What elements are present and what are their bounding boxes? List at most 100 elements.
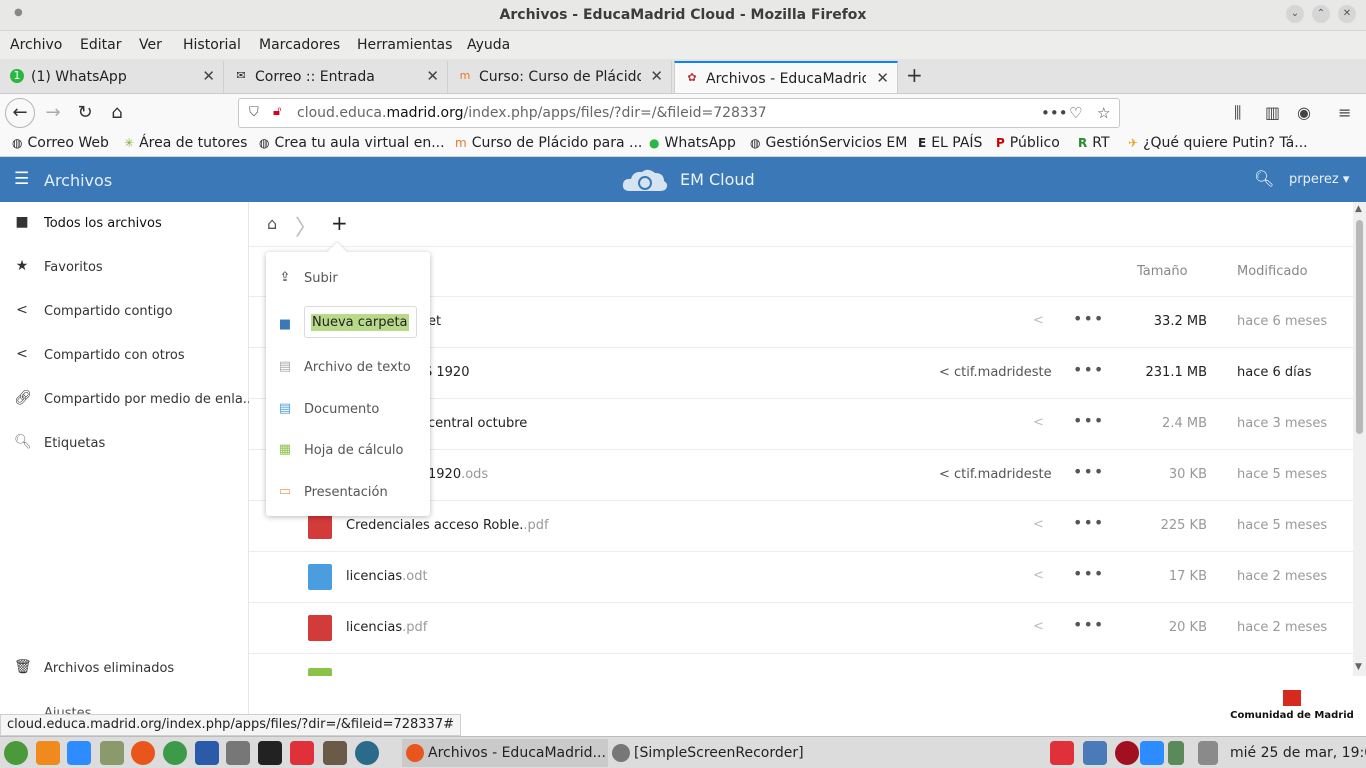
file-name[interactable]: 1920.ods xyxy=(428,467,488,482)
task-screenrecorder[interactable]: [SimpleScreenRecorder] xyxy=(608,739,808,767)
menu-item-presentation[interactable]: ▭ Presentación xyxy=(266,472,430,512)
sidebar-item-compartido-contigo[interactable]: < Compartido contigo xyxy=(0,290,249,334)
page-actions-icon[interactable]: ••• xyxy=(1041,104,1068,122)
zoom-icon[interactable] xyxy=(67,741,91,765)
file-name[interactable]: Credenciales acceso Roble..pdf xyxy=(346,518,549,533)
more-actions-icon[interactable]: ••• xyxy=(1073,513,1104,532)
share-icon[interactable]: < xyxy=(1033,517,1044,532)
menu-herramientas[interactable]: Herramientas xyxy=(357,37,452,53)
table-row[interactable]: licencias.odt < ••• 17 KB hace 2 meses xyxy=(249,552,1353,603)
tab-correo[interactable]: ✉ Correo :: Entrada ✕ xyxy=(224,61,448,93)
sidebar-item-compartido-otros[interactable]: < Compartido con otros xyxy=(0,334,249,378)
terminal-icon[interactable] xyxy=(258,741,282,765)
vlc-icon[interactable] xyxy=(36,741,60,765)
share-icon[interactable]: < xyxy=(1033,313,1044,328)
more-actions-icon[interactable]: ••• xyxy=(1073,360,1104,379)
url-bar[interactable]: ⛉ 🔓︎ cloud.educa.madrid.org/index.php/ap… xyxy=(238,98,1120,128)
bookmark-correo-web[interactable]: ◍ Correo Web xyxy=(12,135,109,151)
sidebar-item-todos[interactable]: ■ Todos los archivos xyxy=(0,202,249,246)
table-row[interactable]: licencias.pdf < ••• 20 KB hace 2 meses xyxy=(249,603,1353,654)
sidebar-item-compartido-enlace[interactable]: 🔗︎ Compartido por medio de enla... xyxy=(0,378,255,422)
menu-ver[interactable]: Ver xyxy=(139,37,162,53)
volume-tray-icon[interactable] xyxy=(1198,741,1218,765)
search-icon[interactable]: 🔍︎ xyxy=(1254,169,1274,188)
reload-icon[interactable]: ↻ xyxy=(72,100,98,126)
firefox-icon[interactable] xyxy=(131,741,155,765)
sidebar-item-etiquetas[interactable]: 🔍︎ Etiquetas xyxy=(0,422,249,466)
library-icon[interactable]: ⫼ xyxy=(1234,103,1241,123)
table-row[interactable] xyxy=(249,654,1353,676)
start-menu-icon[interactable] xyxy=(4,741,28,765)
account-icon[interactable]: ◉ xyxy=(1297,103,1311,122)
scroll-up-icon[interactable]: ▲ xyxy=(1355,204,1362,214)
home-icon[interactable]: ⌂ xyxy=(104,100,130,126)
shared-with-label[interactable]: < ctif.madrideste xyxy=(939,365,1052,380)
share-icon[interactable]: < xyxy=(1033,568,1044,583)
new-tab-icon[interactable]: + xyxy=(906,63,923,87)
menu-item-upload[interactable]: ⇪ Subir xyxy=(266,258,430,298)
tab-whatsapp[interactable]: 1 (1) WhatsApp ✕ xyxy=(0,61,224,93)
share-icon[interactable]: < xyxy=(1033,415,1044,430)
new-folder-name-input[interactable]: Nueva carpeta xyxy=(304,306,417,338)
close-tab-icon[interactable]: ✕ xyxy=(876,69,889,87)
close-tab-icon[interactable]: ✕ xyxy=(426,67,439,85)
scrollbar[interactable]: ▲ ▼ xyxy=(1353,202,1366,676)
user-menu[interactable]: prperez ▾ xyxy=(1289,172,1349,187)
more-actions-icon[interactable]: ••• xyxy=(1073,309,1104,328)
back-icon[interactable]: ← xyxy=(5,98,35,128)
file-name[interactable]: central octubre xyxy=(428,416,527,431)
column-modified[interactable]: Modificado xyxy=(1237,264,1308,279)
tracking-shield-icon[interactable]: ⛉ xyxy=(249,105,259,120)
more-actions-icon[interactable]: ••• xyxy=(1073,564,1104,583)
bookmark-star-icon[interactable]: ☆ xyxy=(1097,104,1110,122)
bookmark-area-tutores[interactable]: ✳ Área de tutores xyxy=(124,135,247,151)
writer-icon[interactable] xyxy=(195,741,219,765)
chrome-icon[interactable] xyxy=(163,741,187,765)
bookmark-rt[interactable]: R RT xyxy=(1078,135,1110,151)
bookmark-putin[interactable]: ✈ ¿Qué quiere Putin? Tá... xyxy=(1128,135,1308,151)
recorder-tray-icon[interactable] xyxy=(1115,741,1139,765)
app-name[interactable]: Archivos xyxy=(44,171,112,190)
scrollbar-thumb[interactable] xyxy=(1356,220,1363,434)
file-manager-icon[interactable] xyxy=(100,741,124,765)
menu-ayuda[interactable]: Ayuda xyxy=(467,37,510,53)
gimp-icon[interactable] xyxy=(323,741,347,765)
bookmark-aula-virtual[interactable]: ◍ Crea tu aula virtual en... xyxy=(259,135,445,151)
tab-archivos[interactable]: ✿ Archivos - EducaMadrid C ✕ xyxy=(674,61,898,93)
insecure-lock-icon[interactable]: 🔓︎ xyxy=(273,104,281,119)
zoom-tray-icon[interactable] xyxy=(1140,741,1164,765)
more-actions-icon[interactable]: ••• xyxy=(1073,411,1104,430)
clock[interactable]: mié 25 de mar, 19:01 xyxy=(1230,745,1366,761)
menu-editar[interactable]: Editar xyxy=(80,37,121,53)
color-picker-icon[interactable] xyxy=(355,741,379,765)
anydesk-icon[interactable] xyxy=(290,741,314,765)
screenshot-icon[interactable] xyxy=(226,741,250,765)
close-window-icon[interactable]: ✕ xyxy=(1338,5,1356,23)
scroll-down-icon[interactable]: ▼ xyxy=(1355,662,1362,672)
bookmark-whatsapp[interactable]: ● WhatsApp xyxy=(649,135,736,151)
maximize-icon[interactable]: ⌃ xyxy=(1312,5,1330,23)
menu-marcadores[interactable]: Marcadores xyxy=(259,37,340,53)
file-name[interactable]: licencias.pdf xyxy=(346,620,427,635)
network-tray-icon[interactable] xyxy=(1083,741,1107,765)
file-name[interactable]: S 1920 xyxy=(424,365,469,380)
close-tab-icon[interactable]: ✕ xyxy=(202,67,215,85)
bookmark-curso-placido[interactable]: m Curso de Plácido para ... xyxy=(455,135,642,151)
close-tab-icon[interactable]: ✕ xyxy=(650,67,663,85)
menu-archivo[interactable]: Archivo xyxy=(10,37,62,53)
more-actions-icon[interactable]: ••• xyxy=(1073,462,1104,481)
share-icon[interactable]: < xyxy=(1033,619,1044,634)
file-name[interactable]: licencias.odt xyxy=(346,569,428,584)
new-item-button[interactable]: + xyxy=(331,211,348,235)
app-menu-icon[interactable]: ☰ xyxy=(14,169,29,189)
menu-item-text-file[interactable]: ▤ Archivo de texto xyxy=(266,347,430,387)
home-folder-icon[interactable]: ⌂ xyxy=(267,214,277,233)
menu-historial[interactable]: Historial xyxy=(183,37,241,53)
anydesk-tray-icon[interactable] xyxy=(1050,741,1074,765)
forward-icon[interactable]: → xyxy=(40,100,66,126)
menu-item-spreadsheet[interactable]: ▦ Hoja de cálculo xyxy=(266,430,430,470)
sidebar-item-eliminados[interactable]: 🗑︎ Archivos eliminados xyxy=(0,647,249,691)
bookmark-elpais[interactable]: E EL PAÍS xyxy=(918,135,982,151)
tab-curso[interactable]: m Curso: Curso de Plácido p ✕ xyxy=(448,61,672,93)
column-size[interactable]: Tamaño xyxy=(1137,264,1188,279)
